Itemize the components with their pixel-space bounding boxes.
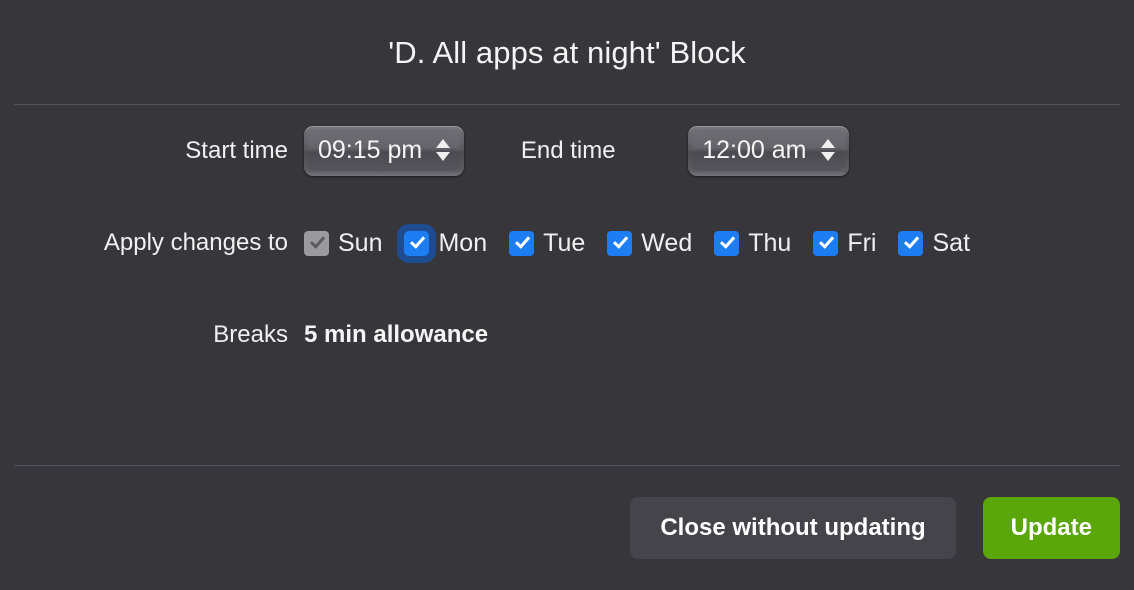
checkbox-tue[interactable] (509, 230, 535, 256)
start-time-spinner[interactable]: 09:15 pm (304, 126, 465, 176)
apply-changes-label: Apply changes to (103, 229, 288, 256)
checkbox-mon[interactable] (404, 230, 430, 256)
end-time-label: End time (520, 137, 616, 164)
day-label: Thu (748, 228, 792, 257)
dialog-footer: Close without updating Update (0, 466, 1134, 590)
start-time-value[interactable]: 09:15 pm (318, 137, 436, 163)
triangle-up-icon[interactable] (436, 139, 451, 148)
day-item-sun[interactable]: Sun (304, 228, 383, 257)
end-time-stepper[interactable] (820, 139, 839, 161)
start-time-control: 09:15 pm (288, 126, 465, 176)
start-time-stepper[interactable] (436, 139, 454, 161)
check-icon (309, 232, 325, 249)
end-time-control: 12:00 am (672, 126, 849, 176)
check-icon (818, 232, 835, 249)
end-time-spinner[interactable]: 12:00 am (688, 126, 849, 176)
checkbox-fri[interactable] (813, 230, 839, 256)
triangle-up-icon[interactable] (820, 139, 835, 148)
check-icon (409, 232, 426, 249)
breaks-control: 5 min allowance (288, 323, 488, 347)
end-time-spinner-inner[interactable]: 12:00 am (692, 129, 845, 171)
day-item-wed[interactable]: Wed (607, 228, 693, 257)
apply-changes-row: Apply changes to Sun Mon Tue Wed Thu Fri Sat (0, 197, 1134, 289)
checkbox-sun (304, 230, 329, 256)
time-row: Start time 09:15 pm End time 12:00 am (0, 105, 1134, 197)
dialog-title: 'D. All apps at night' Block (388, 34, 746, 70)
checkbox-wed[interactable] (607, 230, 633, 256)
day-label: Tue (543, 228, 586, 257)
update-button[interactable]: Update (982, 497, 1120, 559)
triangle-down-icon[interactable] (436, 152, 451, 161)
day-item-fri[interactable]: Fri (813, 228, 877, 257)
day-label: Sun (338, 228, 383, 257)
triangle-down-icon[interactable] (820, 152, 835, 161)
day-item-thu[interactable]: Thu (714, 228, 792, 257)
day-item-mon[interactable]: Mon (404, 228, 488, 257)
start-time-spinner-inner[interactable]: 09:15 pm (308, 129, 461, 171)
breaks-value[interactable]: 5 min allowance (304, 323, 488, 347)
checkbox-thu[interactable] (714, 230, 740, 256)
end-time-value[interactable]: 12:00 am (702, 137, 820, 163)
check-icon (514, 232, 530, 249)
start-time-label: Start time (185, 137, 288, 164)
checkbox-sat[interactable] (898, 230, 924, 256)
check-icon (612, 232, 629, 249)
check-icon (719, 232, 735, 249)
day-checkbox-group: Sun Mon Tue Wed Thu Fri Sat (304, 228, 971, 257)
day-checkboxes-control: Sun Mon Tue Wed Thu Fri Sat (288, 228, 971, 257)
day-label: Fri (847, 228, 877, 257)
block-settings-dialog: 'D. All apps at night' Block Start time … (0, 0, 1134, 590)
check-icon (903, 232, 920, 249)
breaks-label: Breaks (213, 321, 288, 348)
breaks-row: Breaks 5 min allowance (0, 289, 1134, 381)
day-label: Mon (438, 228, 488, 257)
day-label: Wed (641, 228, 693, 257)
day-item-sat[interactable]: Sat (898, 228, 971, 257)
dialog-body: Start time 09:15 pm End time 12:00 am Ap… (0, 105, 1134, 465)
day-label: Sat (932, 228, 971, 257)
dialog-header: 'D. All apps at night' Block (0, 0, 1134, 104)
day-item-tue[interactable]: Tue (509, 228, 586, 257)
close-without-updating-button[interactable]: Close without updating (630, 497, 956, 559)
